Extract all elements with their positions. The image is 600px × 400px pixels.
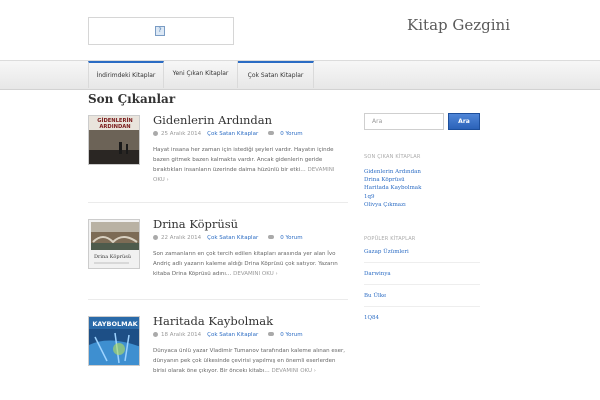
comment-icon <box>268 131 275 135</box>
post-title[interactable]: Gidenlerin Ardından <box>153 113 272 127</box>
new-book-link[interactable]: Drina Köprüsü <box>364 176 421 184</box>
cover-title-line: KAYBOLMAK <box>92 320 138 328</box>
cover-title-line: ARDINDAN <box>99 124 130 130</box>
clock-icon <box>153 332 158 337</box>
search-button[interactable]: Ara <box>448 113 480 130</box>
new-book-link[interactable]: Gidenlerin Ardından <box>364 168 421 176</box>
post-category-link[interactable]: Çok Satan Kitaplar <box>207 131 258 137</box>
clock-icon <box>153 131 158 136</box>
excerpt-text: Dünyaca ünlü yazar Vladimir Tumanov tara… <box>153 348 345 374</box>
new-book-link[interactable]: Olivya Çıkmazı <box>364 201 421 209</box>
new-book-link[interactable]: Haritada Kaybolmak <box>364 184 421 192</box>
book-cover-haritada-kaybolmak[interactable]: KAYBOLMAK <box>88 316 140 366</box>
popular-book-link[interactable]: Darwinya <box>364 271 391 277</box>
clock-icon <box>153 235 158 240</box>
site-title[interactable]: Kitap Gezgini <box>407 16 510 34</box>
new-book-link[interactable]: 1q9 <box>364 193 421 201</box>
tab-indirimdeki-kitaplar[interactable]: İndirimdeki Kitaplar <box>88 61 164 88</box>
post-comments-link[interactable]: 0 Yorum <box>280 131 302 137</box>
post-category-link[interactable]: Çok Satan Kitaplar <box>207 235 258 241</box>
post-divider <box>88 202 348 203</box>
post-excerpt: Dünyaca ünlü yazar Vladimir Tumanov tara… <box>153 346 346 376</box>
search-input[interactable]: Ara <box>364 113 444 130</box>
read-more-link[interactable]: DEVAMINI OKU › <box>271 368 316 374</box>
widget-divider <box>364 262 480 263</box>
main-navigation: İndirimdeki Kitaplar Yeni Çıkan Kitaplar… <box>0 60 600 90</box>
post-title[interactable]: Drina Köprüsü <box>153 217 238 231</box>
widget-title-popular-books: POPÜLER KİTAPLAR <box>364 236 416 242</box>
post-meta: 22 Aralık 2014 Çok Satan Kitaplar 0 Yorum <box>153 235 303 241</box>
popular-book-link[interactable]: Bu Ülke <box>364 293 386 299</box>
post-excerpt: Son zamanların en çok tercih edilen kita… <box>153 249 346 279</box>
header-banner[interactable]: ? <box>88 17 234 45</box>
post-category-link[interactable]: Çok Satan Kitaplar <box>207 332 258 338</box>
post-comments-link[interactable]: 0 Yorum <box>280 235 302 241</box>
book-cover-gidenlerin-ardindan[interactable]: GİDENLERİN ARDINDAN <box>88 115 140 165</box>
post-excerpt: Hayat insana her zaman için istediği şey… <box>153 145 346 185</box>
book-cover-drina-koprusu[interactable]: Drina Köprüsü <box>88 219 140 269</box>
broken-image-icon: ? <box>155 26 165 36</box>
post-title[interactable]: Haritada Kaybolmak <box>153 314 273 328</box>
tab-cok-satan-kitaplar[interactable]: Çok Satan Kitaplar <box>238 61 314 88</box>
post-divider <box>88 299 348 300</box>
post-meta: 18 Aralık 2014 Çok Satan Kitaplar 0 Yorum <box>153 332 303 338</box>
popular-book-link[interactable]: 1Q84 <box>364 315 379 321</box>
new-books-list: Gidenlerin Ardından Drina Köprüsü Harita… <box>364 168 421 209</box>
post-date: 18 Aralık 2014 <box>161 332 202 338</box>
cover-title-line: GİDENLERİN <box>97 117 133 124</box>
popular-book-link[interactable]: Gazap Üzümleri <box>364 249 409 255</box>
page-title: Son Çıkanlar <box>88 92 176 106</box>
widget-divider <box>364 284 480 285</box>
post-meta: 25 Aralık 2014 Çok Satan Kitaplar 0 Yorum <box>153 131 303 137</box>
comment-icon <box>268 235 275 239</box>
read-more-link[interactable]: DEVAMINI OKU › <box>233 271 278 277</box>
post-date: 25 Aralık 2014 <box>161 131 202 137</box>
post-comments-link[interactable]: 0 Yorum <box>280 332 302 338</box>
cover-title-line: Drina Köprüsü <box>94 254 132 260</box>
tab-yeni-cikan-kitaplar[interactable]: Yeni Çıkan Kitaplar <box>164 61 238 88</box>
post-date: 22 Aralık 2014 <box>161 235 202 241</box>
widget-divider <box>364 306 480 307</box>
comment-icon <box>268 332 275 336</box>
widget-title-new-books: SON ÇIKAN KİTAPLAR <box>364 154 421 160</box>
